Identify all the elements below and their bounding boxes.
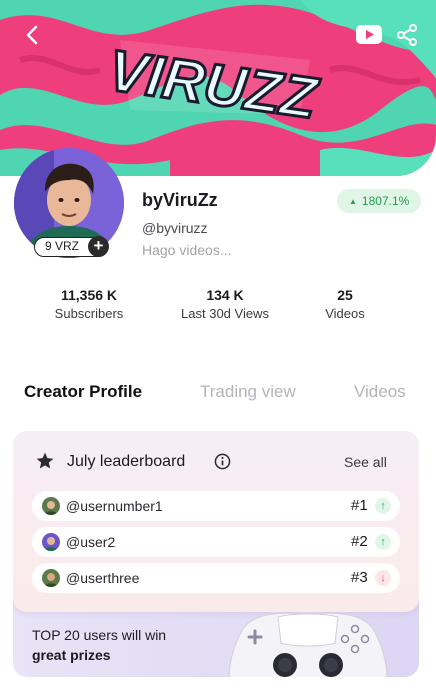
youtube-icon	[356, 24, 382, 44]
token-badge-label: 9 VRZ	[45, 239, 80, 253]
stat-value: 25	[337, 287, 353, 303]
leaderboard-username: @userthree	[66, 570, 140, 586]
arrow-down-icon: ↓	[375, 570, 391, 586]
stat-subscribers: 11,356 K Subscribers	[49, 287, 129, 321]
plus-icon[interactable]: +	[88, 236, 110, 257]
star-icon	[36, 452, 54, 469]
leaderboard-rank: #1	[351, 497, 368, 514]
stat-views: 134 K Last 30d Views	[172, 287, 278, 321]
leaderboard-row[interactable]: @userthree #3 ↓	[32, 563, 400, 593]
triangle-up-icon: ▲	[349, 197, 357, 206]
user-avatar	[42, 497, 60, 515]
back-button[interactable]	[18, 22, 46, 48]
creator-bio: Hago videos...	[142, 242, 232, 258]
creator-handle: @byviruzz	[142, 220, 208, 236]
arrow-up-icon: ↑	[375, 534, 391, 550]
share-button[interactable]	[394, 22, 420, 48]
stat-videos: 25 Videos	[318, 287, 372, 321]
info-icon[interactable]	[214, 453, 231, 470]
stat-label: Videos	[325, 306, 365, 321]
leaderboard-row[interactable]: @usernumber1 #1 ↑	[32, 491, 400, 521]
stat-label: Subscribers	[54, 306, 124, 321]
prize-promo: TOP 20 users will win great prizes	[32, 625, 166, 665]
growth-badge: ▲ 1807.1%	[337, 189, 422, 213]
see-all-link[interactable]: See all	[344, 454, 387, 470]
user-avatar	[42, 533, 60, 551]
promo-line: TOP 20 users will win	[32, 627, 167, 643]
profile-avatar-container: 9 VRZ +	[14, 148, 124, 258]
token-badge: 9 VRZ +	[34, 236, 110, 257]
youtube-button[interactable]	[355, 24, 383, 44]
leaderboard-rank: #2	[351, 533, 368, 550]
leaderboard-rank: #3	[351, 569, 368, 586]
stat-value: 134 K	[206, 287, 244, 303]
leaderboard-panel: July leaderboard See all @usernumber1 #1…	[13, 431, 419, 612]
growth-value: 1807.1%	[361, 194, 410, 208]
creator-name: byViruZz	[142, 190, 218, 210]
tab-creator-profile[interactable]: Creator Profile	[24, 382, 142, 402]
chevron-left-icon	[26, 25, 38, 45]
user-avatar	[42, 569, 60, 587]
leaderboard-title: July leaderboard	[67, 453, 186, 470]
stat-value: 11,356 K	[60, 287, 118, 303]
share-icon	[397, 24, 417, 46]
arrow-up-icon: ↑	[375, 498, 391, 514]
promo-highlight: great prizes	[32, 647, 111, 663]
leaderboard-username: @usernumber1	[66, 498, 163, 514]
tab-trading-view[interactable]: Trading view	[200, 382, 296, 402]
leaderboard-row[interactable]: @user2 #2 ↑	[32, 527, 400, 557]
stat-label: Last 30d Views	[181, 306, 269, 321]
leaderboard-card: July leaderboard See all @usernumber1 #1…	[13, 431, 419, 677]
leaderboard-username: @user2	[66, 534, 116, 550]
tab-videos[interactable]: Videos	[354, 382, 406, 402]
game-controller-icon	[228, 612, 388, 677]
